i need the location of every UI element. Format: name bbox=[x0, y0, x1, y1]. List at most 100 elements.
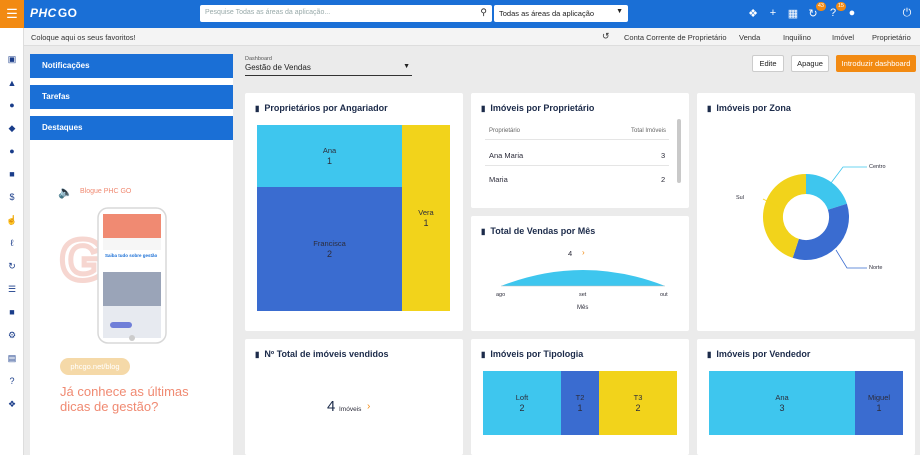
card-title: ▮ Imóveis por Vendedor bbox=[707, 349, 811, 359]
basket-icon[interactable]: ■ bbox=[6, 169, 18, 179]
treemap-cell-francisca[interactable]: Francisca 2 bbox=[257, 187, 402, 311]
link-conta-corrente[interactable]: Conta Corrente de Proprietário bbox=[624, 33, 727, 42]
favorites-bar: Coloque aqui os seus favoritos! ↺ Conta … bbox=[24, 28, 920, 46]
users-icon[interactable]: ● bbox=[6, 100, 18, 110]
table-scrollbar[interactable] bbox=[677, 119, 681, 183]
sold-total-value: 4 bbox=[327, 398, 336, 415]
treemap-cell-vera[interactable]: Vera 1 bbox=[402, 125, 450, 311]
app-logo[interactable]: PHCGO bbox=[30, 6, 78, 20]
bar-chart-icon: ▮ bbox=[255, 350, 260, 359]
contacts-icon[interactable]: ▣ bbox=[6, 54, 18, 64]
link-imovel[interactable]: Imóvel bbox=[832, 33, 854, 42]
link-venda[interactable]: Venda bbox=[739, 33, 760, 42]
card-angariador: ▮ Proprietários por Angariador Ana 1 Franc… bbox=[245, 93, 463, 331]
delete-button[interactable]: Apague bbox=[791, 55, 829, 72]
row-owner-name: Ana Maria bbox=[489, 151, 524, 160]
dashboard-select[interactable]: Gestão de Vendas ▼ bbox=[245, 63, 412, 76]
sync-icon[interactable]: ↻ 43 bbox=[806, 2, 826, 20]
history-icon[interactable]: ↺ bbox=[602, 31, 610, 42]
search-input[interactable]: Pesquise Todas as áreas da aplicação... ⚲ bbox=[200, 5, 492, 22]
settings-icon[interactable]: ⚙ bbox=[6, 330, 18, 340]
briefcase-icon[interactable]: ■ bbox=[6, 307, 18, 317]
label-norte: Norte bbox=[869, 265, 883, 271]
top-bar: ☰ PHCGO Pesquise Todas as áreas da aplic… bbox=[0, 0, 920, 28]
dollar-icon[interactable]: $ bbox=[6, 192, 18, 202]
tasks-button[interactable]: Tarefas bbox=[30, 85, 233, 109]
area-series bbox=[501, 270, 665, 286]
label-centro: Centro bbox=[869, 164, 886, 170]
megaphone-icon: 🔈 bbox=[58, 185, 73, 199]
treemap-cell-loft[interactable]: Loft 2 bbox=[483, 371, 561, 435]
link-inquilino[interactable]: Inquilino bbox=[783, 33, 811, 42]
person-icon[interactable]: ● bbox=[6, 146, 18, 156]
x-tick-ago: ago bbox=[496, 292, 506, 298]
search-icon[interactable]: ⚲ bbox=[480, 7, 487, 18]
notifications-button[interactable]: Notificações bbox=[30, 54, 233, 78]
plugin-icon[interactable]: ❖ bbox=[6, 399, 18, 409]
card-title: ▮ Imóveis por Tipologia bbox=[481, 349, 584, 359]
treemap-cell-ana[interactable]: Ana 1 bbox=[257, 125, 402, 187]
hand-icon[interactable]: ☝ bbox=[6, 215, 18, 225]
card-vendidos: ▮ Nº Total de imóveis vendidos 4 Imóveis … bbox=[245, 339, 463, 455]
treemap-cell-t2[interactable]: T2 1 bbox=[561, 371, 599, 435]
card-title: ▮ Proprietários por Angariador bbox=[255, 103, 388, 113]
bar-chart-icon: ▮ bbox=[707, 350, 712, 359]
sync-badge: 43 bbox=[815, 2, 826, 11]
row-owner-name: Maria bbox=[489, 175, 508, 184]
row-owner-total: 3 bbox=[661, 151, 666, 160]
search-scope-select[interactable]: Todas as áreas da aplicação ▼ bbox=[494, 5, 628, 22]
blog-promo[interactable]: GO 🔈 Blogue PHC GO Saiba tudo sobre gest… bbox=[30, 140, 233, 455]
blog-title: Blogue PHC GO bbox=[80, 188, 132, 195]
treemap-cell-t3[interactable]: T3 2 bbox=[599, 371, 677, 435]
donut-slice-centro bbox=[806, 174, 847, 210]
card-zona: ▮ Imóveis por Zona Centro Sul Norte bbox=[697, 93, 915, 331]
x-axis-label: Mês bbox=[577, 305, 589, 311]
shapes-icon[interactable]: ▲ bbox=[6, 78, 18, 88]
treemap-cell-miguel[interactable]: Miguel 1 bbox=[855, 371, 903, 435]
favorites-hint: Coloque aqui os seus favoritos! bbox=[31, 33, 136, 42]
phone-heading: Saiba tudo sobre gestão bbox=[105, 253, 158, 258]
column-header-total: Total Imóveis bbox=[631, 128, 667, 134]
menu-icon[interactable]: ☰ bbox=[0, 0, 24, 28]
x-tick-out: out bbox=[660, 292, 668, 298]
power-icon[interactable]: ⏻ bbox=[900, 7, 914, 20]
column-header-owner: Proprietário bbox=[489, 128, 521, 134]
donut-slice-norte bbox=[792, 203, 850, 261]
tag-icon[interactable]: ◆ bbox=[6, 123, 18, 133]
document-icon[interactable]: ▤ bbox=[6, 353, 18, 363]
link-proprietario[interactable]: Proprietário bbox=[872, 33, 911, 42]
x-tick-set: set bbox=[579, 292, 587, 298]
card-tipologia: ▮ Imóveis por Tipologia Loft 2 T2 1 T3 2 bbox=[471, 339, 689, 455]
refresh-icon[interactable]: ↻ bbox=[6, 261, 18, 271]
help-icon[interactable]: ? 15 bbox=[826, 2, 846, 19]
blog-tagline: Já conhece as últimas dicas de gestão? bbox=[60, 384, 189, 414]
card-title: ▮ Nº Total de imóveis vendidos bbox=[255, 349, 389, 359]
highlights-button[interactable]: Destaques bbox=[30, 116, 233, 140]
sold-total-unit: Imóveis bbox=[339, 406, 362, 413]
card-vendas-mes: ▮ Total de Vendas por Mês 4 › ago set out… bbox=[471, 216, 689, 331]
list-icon[interactable]: ☰ bbox=[6, 284, 18, 294]
sidebar: ▣ ▲ ● ◆ ● ■ $ ☝ ℓ ↻ ☰ ■ ⚙ ▤ ? ❖ bbox=[0, 28, 24, 455]
edit-button[interactable]: Edite bbox=[752, 55, 784, 72]
card-title: ▮ Imóveis por Proprietário bbox=[481, 103, 595, 113]
question-icon[interactable]: ? bbox=[6, 376, 18, 386]
donut-chart bbox=[762, 166, 867, 269]
card-vendedor: ▮ Imóveis por Vendedor Ana 3 Miguel 1 bbox=[697, 339, 915, 455]
calendar-icon[interactable]: ▦ bbox=[786, 7, 800, 20]
label-sul: Sul bbox=[736, 195, 744, 201]
new-dashboard-button[interactable]: Introduzir dashboard bbox=[836, 55, 916, 72]
attachment-icon[interactable]: ℓ bbox=[6, 238, 18, 248]
add-icon[interactable]: + bbox=[766, 7, 780, 19]
bar-chart-icon: ▮ bbox=[481, 104, 486, 113]
puzzle-icon[interactable]: ❖ bbox=[746, 7, 760, 20]
chevron-down-icon: ▼ bbox=[616, 8, 623, 15]
chevron-right-icon[interactable]: › bbox=[367, 401, 370, 412]
dashboard-label: Dashboard bbox=[245, 56, 272, 62]
blog-link-pill[interactable]: phcgo.net/blog bbox=[60, 358, 130, 375]
chevron-down-icon: ▼ bbox=[403, 63, 410, 70]
bar-chart-icon: ▮ bbox=[481, 350, 486, 359]
row-owner-total: 2 bbox=[661, 175, 666, 184]
treemap-cell-ana[interactable]: Ana 3 bbox=[709, 371, 855, 435]
user-icon[interactable]: ● bbox=[845, 7, 859, 19]
area-chart bbox=[501, 270, 665, 287]
